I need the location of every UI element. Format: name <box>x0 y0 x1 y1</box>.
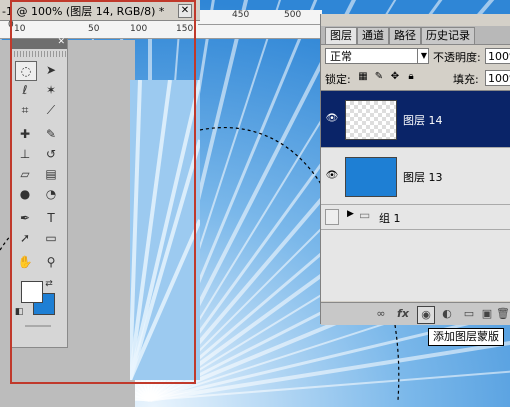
new-layer-icon[interactable]: ▣ <box>479 306 495 322</box>
lasso-tool-icon[interactable]: ℓ <box>15 81 35 99</box>
tab-channels[interactable]: 通道 <box>357 27 389 44</box>
toolbox-grip[interactable] <box>11 51 67 57</box>
link-icon[interactable]: ∞ <box>373 306 389 322</box>
toolbox: ✕ ◌ ➤ ℓ ✶ ⌗ ⟋ ✚ ✎ ⊥ ↺ ▱ ▤ ● ◔ ✒ T ➚ ▭ ✋ … <box>10 37 68 348</box>
marquee-tool-icon[interactable]: ◌ <box>15 61 37 81</box>
opacity-label: 不透明度: <box>433 51 481 64</box>
foreground-color-swatch[interactable] <box>21 281 43 303</box>
move-tool-icon[interactable]: ➤ <box>41 61 61 79</box>
tab-paths[interactable]: 路径 <box>389 27 421 44</box>
default-colors-icon[interactable]: ◧ <box>13 303 25 321</box>
quick-mask-divider <box>25 325 51 327</box>
layer-group-row[interactable]: ▶ ▭ 组 1 <box>321 205 510 230</box>
layer-name: 图层 14 <box>403 114 443 127</box>
close-icon[interactable]: ✕ <box>178 4 192 18</box>
hand-tool-icon[interactable]: ✋ <box>15 253 35 271</box>
layer-row[interactable]: 👁︎ 图层 14 <box>321 91 510 148</box>
tab-history[interactable]: 历史记录 <box>421 27 475 44</box>
lock-position-icon[interactable]: ✥ <box>389 70 401 84</box>
gradient-tool-icon[interactable]: ▤ <box>41 165 61 183</box>
group-name: 组 1 <box>379 212 401 225</box>
ruler-tick: 150 <box>176 24 194 34</box>
document-tab[interactable]: -1 @ 100% (图层 14, RGB/8) * ✕ <box>0 0 200 21</box>
tab-layers[interactable]: 图层 <box>325 27 357 44</box>
layer-thumbnail <box>345 100 397 140</box>
zoom-tool-icon[interactable]: ⚲ <box>41 253 61 271</box>
layer-list: 👁︎ 图层 14 👁︎ 图层 13 ▶ ▭ 组 1 <box>321 90 510 301</box>
dodge-tool-icon[interactable]: ◔ <box>41 185 61 203</box>
lock-all-icon[interactable]: 🔒︎ <box>405 70 417 84</box>
eye-icon[interactable]: 👁︎ <box>325 112 339 126</box>
layer-thumbnail <box>345 157 397 197</box>
toolbox-header[interactable]: ✕ <box>11 37 67 49</box>
magic-wand-icon[interactable]: ✶ <box>41 81 61 99</box>
panel-tabs: 图层 通道 路径 历史记录 <box>321 26 510 45</box>
ruler-tick: 0 <box>8 20 14 30</box>
fill-label: 填充: <box>453 73 479 86</box>
layer-row[interactable]: 👁︎ 图层 13 <box>321 148 510 205</box>
expand-arrow-icon[interactable]: ▶ <box>347 209 354 219</box>
brush-tool-icon[interactable]: ✎ <box>41 125 61 143</box>
blend-mode-select[interactable]: 正常 <box>325 48 429 64</box>
lock-pixels-icon[interactable]: ✎ <box>373 70 385 84</box>
ruler-tick: 500 <box>284 10 302 20</box>
opacity-input[interactable]: 100% <box>485 48 510 64</box>
panel-footer: ∞ fx ◉ ◐ ▭ ▣ 🗑︎ <box>321 302 510 325</box>
history-brush-icon[interactable]: ↺ <box>41 145 61 163</box>
swap-colors-icon[interactable]: ⇄ <box>43 275 55 293</box>
layer-name: 图层 13 <box>403 171 443 184</box>
lock-transparency-icon[interactable]: ▦ <box>357 70 369 84</box>
lock-label: 锁定: <box>325 73 351 86</box>
trash-icon[interactable]: 🗑︎ <box>495 306 510 322</box>
visibility-box[interactable] <box>325 209 339 225</box>
pen-tool-icon[interactable]: ✒ <box>15 209 35 227</box>
blur-tool-icon[interactable]: ● <box>15 185 35 203</box>
fx-icon[interactable]: fx <box>395 306 411 322</box>
eye-icon[interactable]: 👁︎ <box>325 169 339 183</box>
ruler-tick: 10 <box>14 24 26 34</box>
top-ruler-right: 450 500 <box>198 10 322 25</box>
adjustment-layer-icon[interactable]: ◐ <box>439 306 455 322</box>
clone-stamp-icon[interactable]: ⊥ <box>15 145 35 163</box>
ruler-tick: 450 <box>232 10 250 20</box>
fill-input[interactable]: 100% <box>485 70 510 86</box>
layers-panel: 图层 通道 路径 历史记录 正常 ▼ 不透明度: 100% 锁定: ▦ ✎ ✥ … <box>320 14 510 325</box>
path-selection-icon[interactable]: ➚ <box>15 229 35 247</box>
layer-mask-icon[interactable]: ◉ <box>417 306 435 324</box>
tooltip: 添加图层蒙版 <box>428 328 504 346</box>
eraser-icon[interactable]: ▱ <box>15 165 35 183</box>
crop-tool-icon[interactable]: ⌗ <box>15 101 35 119</box>
healing-brush-icon[interactable]: ✚ <box>15 125 35 143</box>
chevron-down-icon[interactable]: ▼ <box>417 48 430 64</box>
ruler-tick: 100 <box>130 24 148 34</box>
close-icon[interactable]: ✕ <box>57 37 65 47</box>
ruler-tick: 50 <box>88 24 100 34</box>
folder-icon: ▭ <box>359 208 371 222</box>
eyedropper-icon[interactable]: ⟋ <box>41 101 61 119</box>
document-title: -1 @ 100% (图层 14, RGB/8) * <box>2 5 165 18</box>
blend-row: 正常 ▼ 不透明度: 100% <box>325 48 510 66</box>
new-group-icon[interactable]: ▭ <box>461 306 477 322</box>
type-tool-icon[interactable]: T <box>41 209 61 227</box>
shape-tool-icon[interactable]: ▭ <box>41 229 61 247</box>
lock-row: 锁定: ▦ ✎ ✥ 🔒︎ 填充: 100% <box>325 70 510 88</box>
